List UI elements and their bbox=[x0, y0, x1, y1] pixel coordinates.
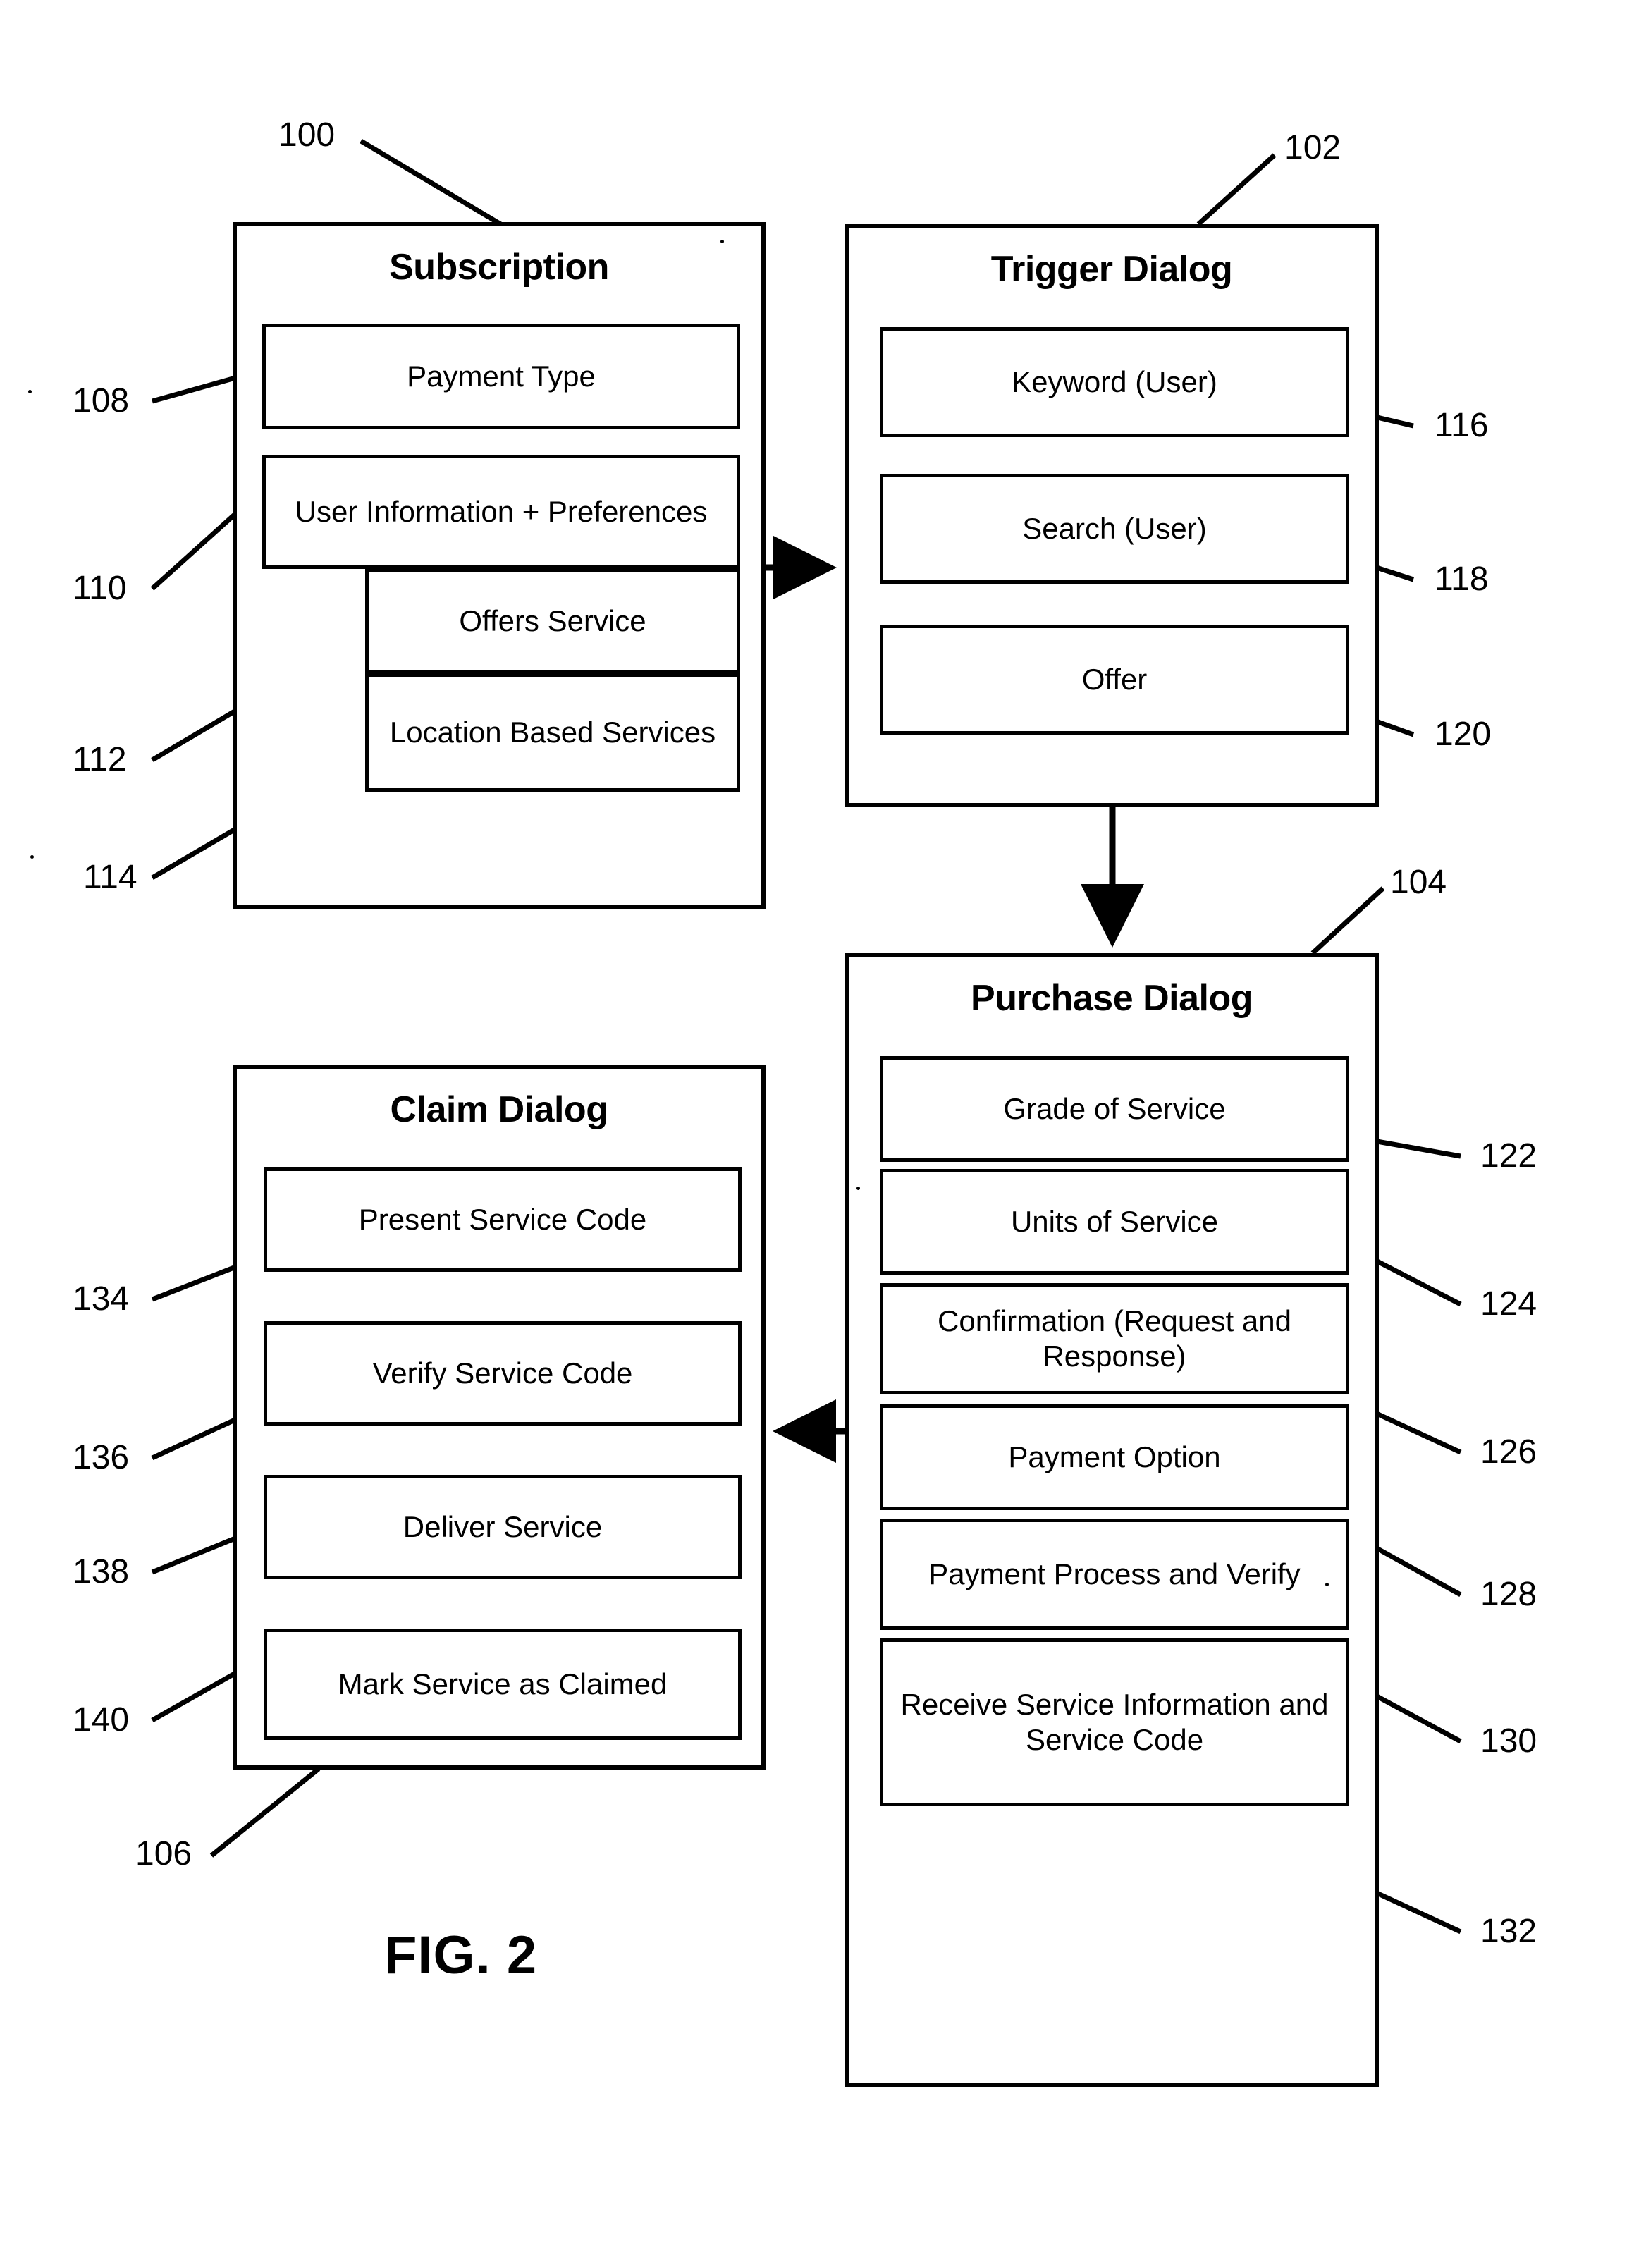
ref-numeral-134: 134 bbox=[73, 1280, 130, 1318]
ref-numeral-114: 114 bbox=[83, 859, 137, 896]
leader-line-122 bbox=[1368, 1137, 1461, 1159]
box-grade-of-service[interactable]: Grade of Service bbox=[880, 1056, 1349, 1162]
box-keyword-user[interactable]: Keyword (User) bbox=[880, 327, 1349, 437]
patent-figure-page: Subscription Payment Type User Informati… bbox=[0, 0, 1646, 2268]
panel-claim-dialog[interactable]: Claim Dialog Present Service Code Verify… bbox=[233, 1065, 766, 1770]
box-verify-service-code[interactable]: Verify Service Code bbox=[264, 1321, 742, 1426]
box-label: Payment Process and Verify bbox=[928, 1557, 1301, 1591]
box-label: Verify Service Code bbox=[372, 1356, 633, 1390]
leader-line-130 bbox=[1368, 1689, 1462, 1744]
box-label: Location Based Services bbox=[389, 716, 716, 749]
box-mark-service-as-claimed[interactable]: Mark Service as Claimed bbox=[264, 1629, 742, 1740]
box-label: Deliver Service bbox=[403, 1510, 603, 1544]
ref-numeral-104: 104 bbox=[1390, 864, 1447, 901]
scan-speck bbox=[28, 390, 32, 393]
panel-title-subscription: Subscription bbox=[389, 247, 609, 288]
box-label: Present Service Code bbox=[358, 1203, 647, 1237]
ref-numeral-120: 120 bbox=[1435, 716, 1492, 753]
leader-line-124 bbox=[1368, 1254, 1462, 1307]
box-payment-type[interactable]: Payment Type bbox=[262, 324, 740, 429]
box-user-information-preferences[interactable]: User Information + Preferences bbox=[262, 455, 740, 569]
leader-line-106 bbox=[209, 1767, 321, 1858]
leader-line-104 bbox=[1310, 886, 1385, 955]
panel-title-purchase-dialog: Purchase Dialog bbox=[971, 978, 1253, 1019]
leader-line-100 bbox=[360, 138, 503, 228]
ref-numeral-116: 116 bbox=[1435, 407, 1489, 444]
figure-caption: FIG. 2 bbox=[384, 1925, 538, 1985]
ref-numeral-138: 138 bbox=[73, 1553, 130, 1590]
ref-numeral-110: 110 bbox=[73, 570, 127, 607]
scan-speck bbox=[1325, 1583, 1329, 1586]
leader-line-128 bbox=[1368, 1541, 1462, 1598]
ref-numeral-112: 112 bbox=[73, 741, 127, 778]
ref-numeral-100: 100 bbox=[278, 116, 336, 154]
box-payment-process-and-verify[interactable]: Payment Process and Verify bbox=[880, 1519, 1349, 1630]
panel-title-claim-dialog: Claim Dialog bbox=[390, 1089, 608, 1130]
scan-speck bbox=[856, 1187, 860, 1190]
box-confirmation[interactable]: Confirmation (Request and Response) bbox=[880, 1283, 1349, 1394]
ref-numeral-140: 140 bbox=[73, 1701, 130, 1739]
ref-numeral-128: 128 bbox=[1480, 1576, 1537, 1613]
panel-trigger-dialog[interactable]: Trigger Dialog Keyword (User) Search (Us… bbox=[845, 224, 1379, 807]
ref-numeral-126: 126 bbox=[1480, 1433, 1537, 1471]
box-search-user[interactable]: Search (User) bbox=[880, 474, 1349, 584]
ref-numeral-118: 118 bbox=[1435, 560, 1489, 598]
box-offers-service[interactable]: Offers Service bbox=[365, 569, 740, 673]
box-label: Units of Service bbox=[1010, 1205, 1219, 1239]
box-deliver-service[interactable]: Deliver Service bbox=[264, 1475, 742, 1579]
box-label: User Information + Preferences bbox=[295, 495, 708, 529]
box-label: Keyword (User) bbox=[1012, 365, 1217, 399]
scan-speck bbox=[720, 240, 724, 243]
panel-subscription[interactable]: Subscription Payment Type User Informati… bbox=[233, 222, 766, 909]
box-present-service-code[interactable]: Present Service Code bbox=[264, 1167, 742, 1272]
ref-numeral-124: 124 bbox=[1480, 1285, 1537, 1323]
box-label: Offer bbox=[1081, 663, 1148, 697]
box-label: Payment Option bbox=[1008, 1440, 1221, 1474]
box-label: Grade of Service bbox=[1003, 1092, 1226, 1126]
leader-line-126 bbox=[1368, 1407, 1462, 1455]
ref-numeral-130: 130 bbox=[1480, 1722, 1537, 1760]
scan-speck bbox=[30, 855, 34, 859]
panel-purchase-dialog[interactable]: Purchase Dialog Grade of Service Units o… bbox=[845, 953, 1379, 2087]
box-label: Receive Service Information and Service … bbox=[900, 1688, 1329, 1756]
box-label: Payment Type bbox=[407, 360, 596, 393]
leader-line-102 bbox=[1196, 153, 1277, 226]
box-payment-option[interactable]: Payment Option bbox=[880, 1404, 1349, 1510]
panel-title-trigger-dialog: Trigger Dialog bbox=[990, 249, 1233, 290]
ref-numeral-136: 136 bbox=[73, 1439, 130, 1476]
ref-numeral-102: 102 bbox=[1284, 129, 1341, 166]
ref-numeral-122: 122 bbox=[1480, 1137, 1537, 1175]
box-label: Mark Service as Claimed bbox=[338, 1667, 668, 1701]
ref-numeral-106: 106 bbox=[135, 1835, 192, 1872]
box-receive-service-information-and-service-code[interactable]: Receive Service Information and Service … bbox=[880, 1638, 1349, 1806]
box-offer[interactable]: Offer bbox=[880, 625, 1349, 735]
box-label: Offers Service bbox=[459, 604, 646, 638]
leader-line-132 bbox=[1368, 1887, 1462, 1935]
ref-numeral-108: 108 bbox=[73, 382, 130, 419]
box-label: Confirmation (Request and Response) bbox=[938, 1304, 1291, 1373]
box-label: Search (User) bbox=[1022, 512, 1207, 546]
box-units-of-service[interactable]: Units of Service bbox=[880, 1169, 1349, 1275]
box-location-based-services[interactable]: Location Based Services bbox=[365, 673, 740, 792]
ref-numeral-132: 132 bbox=[1480, 1913, 1537, 1950]
